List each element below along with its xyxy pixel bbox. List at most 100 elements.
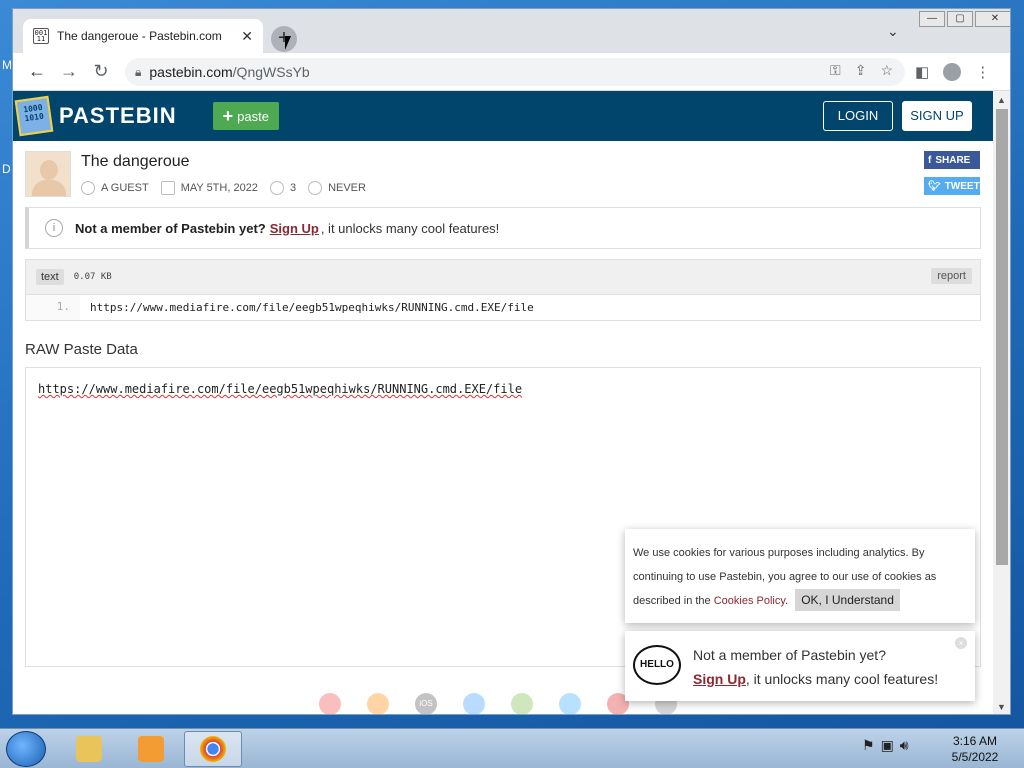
taskbar-explorer[interactable] [60, 731, 118, 767]
report-button[interactable]: report [931, 268, 972, 284]
key-icon[interactable]: ⚿ [830, 62, 841, 79]
lock-icon[interactable]: 🔒︎ [135, 65, 141, 80]
system-tray: ⚑ ▣ 🔊︎ [862, 737, 909, 754]
profile-avatar-icon[interactable] [943, 63, 962, 81]
browser-window: 001 11 The dangeroue - Pastebin.com ✕ + … [12, 8, 1011, 715]
forward-icon[interactable]: → [53, 61, 85, 82]
calendar-icon [160, 181, 175, 195]
windows-icon[interactable] [463, 693, 485, 714]
member-notice: i Not a member of Pastebin yet? Sign Up … [25, 207, 981, 249]
tweet-label: TWEET [944, 180, 980, 192]
back-icon[interactable]: ← [21, 61, 53, 82]
site-logo-text[interactable]: PASTEBIN [59, 103, 177, 129]
code-line: 1. https://www.mediafire.com/file/eegb51… [25, 295, 981, 321]
code-text: https://www.mediafire.com/file/eegb51wpe… [90, 301, 534, 314]
address-bar[interactable]: 🔒︎ pastebin.com/QngWSsYb ⚿ ⇪ ☆ [125, 58, 905, 86]
scroll-thumb[interactable] [996, 109, 1008, 565]
media-player-icon [138, 736, 164, 762]
scroll-down-icon[interactable]: ▼ [997, 702, 1006, 712]
member-popup-line1: Not a member of Pastebin yet? [693, 647, 886, 663]
close-window-button[interactable]: ✕ [975, 11, 1010, 27]
facebook-icon: f [928, 154, 932, 166]
tab-title: The dangeroue - Pastebin.com [57, 29, 222, 43]
chrome-icon[interactable] [319, 693, 341, 714]
twitter-tweet-button[interactable]: 🐦︎ TWEET [924, 177, 980, 195]
paste-meta: A GUEST MAY 5TH, 2022 3 NEVER [81, 181, 378, 195]
avatar [25, 151, 71, 197]
member-popup-line2: , it unlocks many cool features! [745, 671, 939, 687]
member-popup-signup-link[interactable]: Sign Up [693, 671, 746, 687]
volume-icon[interactable]: 🔊︎ [900, 737, 909, 754]
network-icon[interactable]: ▣ [881, 737, 894, 754]
x-icon[interactable] [559, 693, 581, 714]
social-buttons: f SHARE 🐦︎ TWEET [924, 151, 980, 195]
menu-kebab-icon[interactable]: ⋮ [975, 63, 990, 81]
page-scrollbar[interactable]: ▲ ▼ [993, 91, 1010, 714]
raw-paste-text: https://www.mediafire.com/file/eegb51wpe… [38, 382, 523, 396]
paste-author: A GUEST [101, 182, 149, 194]
eye-icon [269, 181, 284, 195]
taskbar: ⚑ ▣ 🔊︎ 3:16 AM 5/5/2022 [0, 728, 1024, 768]
syntax-tag[interactable]: text [36, 269, 64, 285]
action-center-icon[interactable]: ⚑ [862, 737, 875, 754]
notice-rest: , it unlocks many cool features! [320, 220, 500, 236]
tab-search-icon[interactable]: ⌄ [887, 23, 899, 40]
url-path: /QngWSsYb [232, 64, 310, 80]
folder-icon [76, 736, 102, 762]
clock[interactable]: 3:16 AM 5/5/2022 [940, 733, 1010, 765]
desktop-label: D [2, 162, 11, 176]
notice-bold: Not a member of Pastebin yet? [75, 220, 266, 236]
browser-toolbar: ← → ↻ 🔒︎ pastebin.com/QngWSsYb ⚿ ⇪ ☆ ◧ ⋮ [13, 53, 1010, 91]
ios-icon[interactable]: iOS [415, 693, 437, 714]
site-header: 1000 1010 PASTEBIN + paste LOGIN SIGN UP [13, 91, 993, 141]
notice-signup-link[interactable]: Sign Up [270, 221, 319, 236]
browser-tab[interactable]: 001 11 The dangeroue - Pastebin.com ✕ [23, 19, 263, 53]
paste-title: The dangeroue [81, 153, 190, 170]
code-header: text 0.07 KB report [25, 259, 981, 295]
signup-button[interactable]: SIGN UP [902, 101, 972, 131]
firefox-icon[interactable] [367, 693, 389, 714]
twitter-icon: 🐦︎ [928, 180, 941, 192]
facebook-share-button[interactable]: f SHARE [924, 151, 980, 169]
pastebin-logo-icon[interactable]: 1000 1010 [14, 95, 54, 137]
share-label: SHARE [935, 154, 971, 166]
android-icon[interactable] [511, 693, 533, 714]
paste-info: The dangeroue A GUEST MAY 5TH, 2022 3 NE… [25, 151, 985, 199]
reload-icon[interactable]: ↻ [85, 61, 117, 82]
close-icon[interactable]: × [955, 637, 967, 649]
plus-icon: + [222, 105, 234, 126]
info-icon: i [45, 219, 63, 237]
bookmark-star-icon[interactable]: ☆ [880, 62, 893, 79]
tab-strip: 001 11 The dangeroue - Pastebin.com ✕ + … [13, 9, 1010, 53]
clock-icon [308, 181, 323, 195]
scroll-up-icon[interactable]: ▲ [997, 95, 1006, 105]
url-domain: pastebin.com [149, 64, 233, 80]
paste-button-label: paste [237, 108, 269, 124]
cookie-banner: We use cookies for various purposes incl… [625, 529, 975, 623]
hello-bubble-icon: HELLO [633, 645, 681, 685]
paste-size: 0.07 KB [73, 272, 112, 282]
line-number: 1. [26, 295, 80, 320]
paste-date: MAY 5TH, 2022 [180, 182, 258, 194]
minimize-button[interactable]: — [919, 11, 945, 27]
web-page: 1000 1010 PASTEBIN + paste LOGIN SIGN UP… [13, 91, 993, 714]
paste-expiry: NEVER [328, 182, 366, 194]
cookie-period: . [785, 595, 789, 607]
desktop-label: M [2, 58, 12, 72]
paste-views: 3 [289, 182, 297, 194]
cookie-accept-button[interactable]: OK, I Understand [795, 589, 900, 611]
share-icon[interactable]: ⇪ [855, 62, 867, 79]
close-icon[interactable]: ✕ [241, 28, 253, 45]
login-button[interactable]: LOGIN [823, 101, 893, 131]
user-icon [81, 181, 95, 195]
window-controls: — ▢ ✕ [917, 11, 1010, 27]
maximize-button[interactable]: ▢ [947, 11, 973, 27]
new-paste-button[interactable]: + paste [212, 102, 279, 130]
mouse-cursor-icon [285, 36, 297, 50]
taskbar-media-player[interactable] [122, 731, 180, 767]
start-button[interactable] [6, 731, 46, 767]
chrome-icon [200, 736, 226, 762]
taskbar-chrome[interactable] [184, 731, 242, 767]
side-panel-icon[interactable]: ◧ [915, 63, 929, 81]
cookies-policy-link[interactable]: Cookies Policy [714, 595, 785, 607]
